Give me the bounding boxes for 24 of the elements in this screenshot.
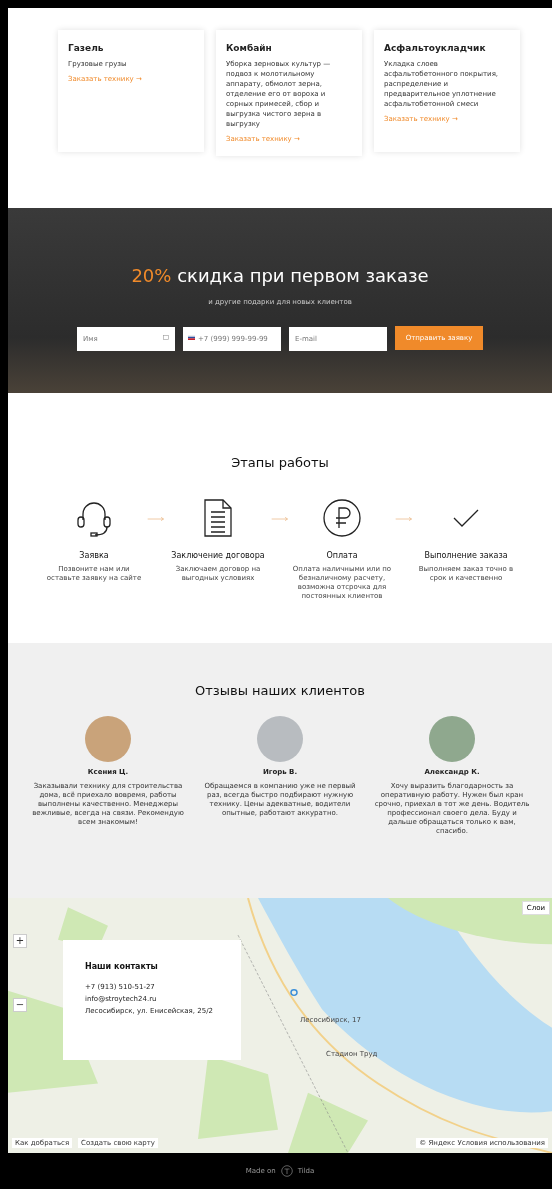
contacts-title: Наши контакты bbox=[85, 962, 159, 971]
card-title: Газель bbox=[68, 43, 105, 53]
step-title: Заявка bbox=[79, 551, 109, 560]
arrow-icon bbox=[146, 516, 166, 522]
zoom-in-button[interactable]: + bbox=[13, 934, 27, 948]
document-icon bbox=[203, 498, 233, 538]
step-title: Выполнение заказа bbox=[424, 551, 508, 560]
arrow-icon bbox=[394, 516, 414, 522]
avatar bbox=[257, 716, 303, 762]
section-title: Отзывы наших клиентов bbox=[195, 683, 365, 698]
zoom-out-button[interactable]: − bbox=[13, 998, 27, 1012]
avatar bbox=[429, 716, 475, 762]
contact-card-icon bbox=[163, 335, 169, 340]
step-title: Оплата bbox=[326, 551, 358, 560]
flag-icon bbox=[188, 335, 195, 340]
ruble-icon bbox=[322, 498, 362, 538]
card-title: Комбайн bbox=[226, 43, 273, 53]
card-title: Асфальтоукладчик bbox=[384, 43, 487, 53]
step-title: Заключение договора bbox=[171, 551, 265, 560]
logo-icon bbox=[280, 1165, 293, 1177]
arrow-icon bbox=[270, 516, 290, 522]
promo-title: 20% скидка при первом заказе bbox=[131, 265, 429, 286]
section-title: Этапы работы bbox=[231, 455, 329, 470]
avatar bbox=[85, 716, 131, 762]
